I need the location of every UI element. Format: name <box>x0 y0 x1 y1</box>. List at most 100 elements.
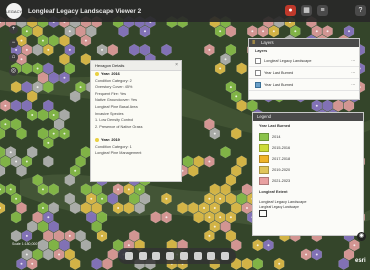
point-marker <box>143 30 146 33</box>
point-marker <box>4 123 7 126</box>
point-marker <box>117 188 120 191</box>
bottom-toolbar <box>118 248 236 264</box>
popup-line: Year: 2019 <box>91 137 181 144</box>
marker-icon <box>95 72 99 76</box>
point-marker <box>315 253 318 256</box>
legend-panel-title: Legend <box>253 113 363 121</box>
point-marker <box>63 132 66 135</box>
point-marker <box>353 244 356 247</box>
measure-icon[interactable] <box>221 252 230 260</box>
home-icon[interactable]: ⌂ <box>9 53 18 62</box>
point-marker <box>127 244 130 247</box>
print-icon[interactable] <box>193 252 202 260</box>
zoom-in-icon[interactable]: + <box>9 25 18 34</box>
record-icon[interactable]: ● <box>285 5 296 16</box>
point-marker <box>224 58 227 61</box>
layer-checkbox[interactable] <box>255 69 261 76</box>
compass-icon[interactable]: ◎ <box>9 67 18 76</box>
point-marker <box>52 114 55 116</box>
legend-label: 2014 <box>272 134 281 139</box>
point-marker <box>235 95 238 98</box>
basemap-icon[interactable] <box>166 252 175 260</box>
popup-line: Longleaf Pine Management <box>95 151 142 156</box>
esri-attribution: esri <box>355 258 366 264</box>
legend-landscape-label: Longleaf Legacy Landscape <box>259 200 307 204</box>
popup-line: Year: 2016 <box>91 71 181 78</box>
point-marker <box>90 197 93 200</box>
layer-checkbox[interactable] <box>255 57 261 64</box>
menu-icon[interactable]: ≡ <box>317 5 328 16</box>
legend-panel[interactable]: Legend Year Last Burned 2014 2015-2016 201… <box>252 112 364 236</box>
layers-panel[interactable]: ≣ Layers Layers Longleaf Legacy Landscap… <box>248 38 360 100</box>
point-marker <box>9 151 12 154</box>
help-icon[interactable]: ? <box>355 5 366 16</box>
layer-row[interactable]: Longleaf Legacy Landscape ⋯ <box>249 55 359 67</box>
close-icon[interactable]: × <box>175 62 178 68</box>
layers-panel-subtitle: Layers <box>255 49 268 53</box>
draw-icon[interactable] <box>179 252 188 260</box>
point-marker <box>208 234 211 237</box>
legend-swatch <box>259 154 269 163</box>
legend-item: 2014 <box>253 131 363 142</box>
layer-options-icon[interactable]: ⋯ <box>351 82 355 87</box>
point-marker <box>213 225 216 228</box>
layer-options-icon[interactable]: ⋯ <box>351 58 355 63</box>
point-marker <box>15 197 18 200</box>
point-marker <box>219 30 222 33</box>
layer-row[interactable]: Year Last Burned ⋯ <box>249 79 359 91</box>
popup-line: 2. Presence of Native Grass <box>95 124 143 129</box>
point-marker <box>20 58 23 61</box>
bookmark-icon[interactable] <box>152 252 161 260</box>
legend-icon[interactable] <box>138 252 147 260</box>
point-marker <box>47 48 50 51</box>
legend-landscape-sub: Longleaf Legacy Landscape <box>259 205 299 209</box>
point-marker <box>74 169 77 172</box>
point-marker <box>20 262 23 265</box>
point-marker <box>229 216 232 219</box>
app-title: Longleaf Legacy Landscape Viewer 2 <box>28 7 142 15</box>
point-marker <box>20 39 23 42</box>
point-marker <box>41 39 44 42</box>
popup-line: 1. Low Density Control <box>95 118 134 123</box>
point-marker <box>117 207 120 209</box>
point-marker <box>58 253 61 256</box>
point-marker <box>208 197 211 200</box>
popup-line: Longleaf Pine Basal Area <box>95 104 138 109</box>
layer-checkbox[interactable] <box>255 81 261 88</box>
point-marker <box>15 160 18 163</box>
point-marker <box>315 30 318 33</box>
popup-title: Hexagon Details <box>95 63 125 68</box>
legend-list: 2014 2015-2016 2017-2018 2019-2020 2021-2023 <box>253 131 363 186</box>
share-icon[interactable] <box>207 252 216 260</box>
point-marker <box>68 30 71 33</box>
layer-label: Year Last Burned <box>264 70 294 75</box>
layer-options-icon[interactable]: ⋯ <box>351 70 355 75</box>
legend-label: 2019-2020 <box>272 167 291 172</box>
point-marker <box>326 30 329 33</box>
point-marker <box>101 234 104 237</box>
map-control-stack: + − ⌂ ◎ <box>9 25 18 81</box>
grid-icon[interactable]: ▦ <box>301 5 312 16</box>
legend-swatch <box>259 176 269 185</box>
feature-popup[interactable]: Hexagon Details × Year: 2016 Condition Ca… <box>90 60 182 182</box>
layers-icon[interactable] <box>124 252 133 260</box>
zoom-out-icon[interactable]: − <box>9 39 18 48</box>
legend-item: 2017-2018 <box>253 153 363 164</box>
layer-label: Year Last Burned <box>264 82 294 87</box>
point-marker <box>36 67 39 70</box>
point-marker <box>165 197 168 200</box>
legend-label: 2017-2018 <box>272 156 291 161</box>
point-marker <box>84 39 87 42</box>
fullscreen-icon[interactable]: ◉ <box>357 232 366 241</box>
legend-section-title: Year Last Burned <box>259 124 291 128</box>
point-marker <box>219 197 222 200</box>
popup-line: Condition Category: 1 <box>95 144 132 149</box>
point-marker <box>25 48 28 51</box>
layer-row[interactable]: Year Last Burned ⋯ <box>249 67 359 79</box>
legend-item: 2019-2020 <box>253 164 363 175</box>
point-marker <box>245 207 248 209</box>
point-marker <box>41 188 44 191</box>
point-marker <box>138 188 141 191</box>
point-marker <box>41 207 44 209</box>
layer-list: Longleaf Legacy Landscape ⋯ Year Last Burn… <box>249 55 359 91</box>
